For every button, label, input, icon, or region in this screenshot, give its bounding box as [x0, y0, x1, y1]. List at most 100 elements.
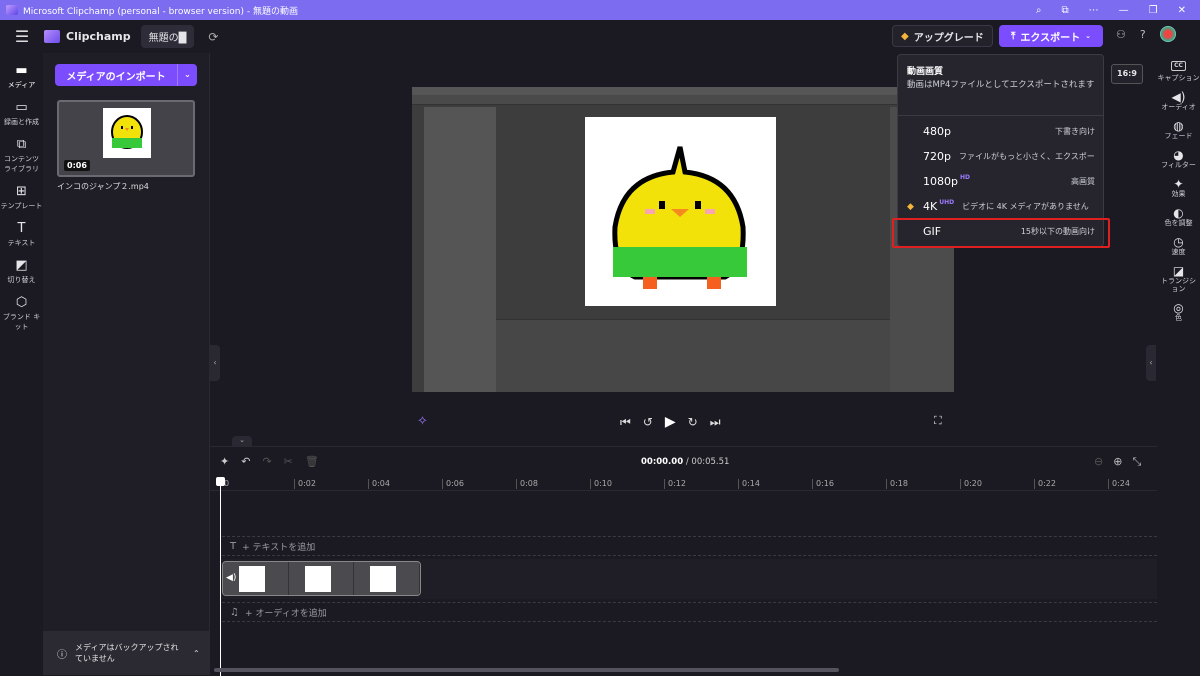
delete-icon[interactable]: 🗑	[305, 455, 319, 468]
collapse-timeline-button[interactable]: ⌄	[232, 436, 252, 446]
sync-off-icon[interactable]: ⟳	[208, 30, 218, 44]
tool-transition[interactable]: ◪ トランジション	[1157, 264, 1200, 293]
option-resolution: 720p	[923, 150, 951, 163]
chevron-up-icon[interactable]: ⌃	[193, 649, 200, 658]
rewind-5s-icon[interactable]: ↺	[643, 415, 653, 429]
nav-label: 切り替え	[7, 276, 36, 284]
tool-label: トランジション	[1161, 277, 1196, 293]
nav-templates[interactable]: ⊞ テンプレート	[0, 184, 43, 211]
more-options-icon[interactable]: ⋯	[1089, 5, 1099, 16]
option-4k[interactable]: ◆ 4K UHD ビデオに 4K メディアがありません	[898, 194, 1103, 219]
ruler-tick: 0:14	[738, 479, 760, 489]
upgrade-button[interactable]: ◆ アップグレード	[892, 25, 993, 47]
avatar[interactable]	[1159, 26, 1176, 42]
ruler-tick: 0:06	[442, 479, 464, 489]
media-panel: メディアのインポート ⌄ 0:06 インコのジャンプ２.mp4	[43, 53, 210, 675]
collapse-right-panel-button[interactable]: ‹	[1146, 345, 1156, 381]
nav-library[interactable]: ⧉ コンテンツ ライブラリ	[0, 137, 43, 174]
uhd-badge: UHD	[939, 199, 955, 206]
color-icon: ◎	[1173, 301, 1184, 315]
video-clip[interactable]: ◀)	[222, 561, 421, 596]
option-resolution: 4K	[923, 200, 938, 213]
nav-media[interactable]: ▬ メディア	[0, 63, 43, 90]
forward-5s-icon[interactable]: ↻	[688, 415, 698, 429]
right-properties-rail: CC キャプション ◀) オーディオ ◍ フェード ◕ フィルター ✦ 効果 ◐ 色を調整 …	[1157, 53, 1200, 675]
option-480p[interactable]: 480p 下書き向け	[898, 119, 1103, 144]
window-title: Microsoft Clipchamp (personal - browser …	[23, 6, 298, 17]
ruler-tick: 0:20	[960, 479, 982, 489]
tool-captions[interactable]: CC キャプション	[1157, 61, 1200, 82]
timeline-scrollbar[interactable]	[214, 668, 839, 672]
ruler-tick: 0:04	[368, 479, 390, 489]
play-icon[interactable]: ▶	[665, 414, 676, 430]
export-button[interactable]: ⤒ エクスポート ⌄	[999, 25, 1103, 47]
tool-fade[interactable]: ◍ フェード	[1157, 120, 1200, 140]
clipchamp-logo	[44, 30, 60, 43]
import-media-button[interactable]: メディアのインポート ⌄	[55, 64, 197, 86]
zoom-in-icon[interactable]: ⊕	[1113, 455, 1122, 469]
tool-effects[interactable]: ✦ 効果	[1157, 178, 1200, 198]
option-resolution: 1080p	[923, 175, 958, 188]
menu-icon[interactable]: ☰	[0, 27, 44, 46]
fullscreen-icon[interactable]: ⛶	[934, 414, 942, 428]
tool-audio[interactable]: ◀) オーディオ	[1157, 90, 1200, 111]
tool-label: フィルター	[1161, 161, 1196, 169]
skip-end-icon[interactable]: ⏭	[710, 415, 721, 430]
tool-speed[interactable]: ◷ 速度	[1157, 235, 1200, 256]
preview-app-timeline	[496, 319, 890, 392]
tool-filter[interactable]: ◕ フィルター	[1157, 149, 1200, 169]
text-track[interactable]: T + テキストを追加	[222, 536, 1157, 556]
close-button[interactable]: ✕	[1178, 5, 1186, 16]
undo-icon[interactable]: ↶	[241, 455, 250, 468]
magic-tools-icon[interactable]: ✦	[220, 455, 229, 468]
option-1080p[interactable]: 1080p HD 高画質	[898, 169, 1103, 194]
help-icon[interactable]: ?	[1140, 28, 1146, 42]
speaker-icon: ◀)	[226, 573, 237, 583]
total-time: 00:05.51	[691, 457, 730, 467]
nav-label: メディア	[7, 81, 36, 89]
skip-start-icon[interactable]: ⏮	[620, 415, 631, 430]
minimize-button[interactable]: —	[1119, 5, 1129, 16]
zoom-icon[interactable]: ⌕	[1036, 5, 1042, 16]
magic-edit-icon[interactable]: ✧	[417, 414, 428, 429]
audio-icon: ◀)	[1171, 90, 1186, 104]
share-icon[interactable]: ⚇	[1116, 28, 1126, 42]
fit-timeline-icon[interactable]: ⤡	[1132, 455, 1141, 469]
redo-icon[interactable]: ↷	[262, 455, 271, 468]
playhead[interactable]	[216, 477, 225, 676]
divider	[898, 115, 1103, 116]
brand-kit-icon: ⬡	[15, 295, 28, 310]
chevron-down-icon[interactable]: ⌄	[177, 64, 197, 86]
text-icon: T	[230, 540, 237, 552]
video-camera-icon: ▭	[15, 100, 28, 115]
zoom-out-icon[interactable]: ⊖	[1094, 455, 1103, 469]
tool-adjust-color[interactable]: ◐ 色を調整	[1157, 207, 1200, 227]
collapse-left-panel-button[interactable]: ‹	[210, 345, 220, 381]
nav-label: テンプレート	[0, 202, 43, 210]
nav-record[interactable]: ▭ 録画と作成	[0, 100, 43, 127]
import-label: メディアのインポート	[66, 71, 166, 83]
media-thumbnail[interactable]: 0:06	[57, 100, 195, 177]
timeline-ruler[interactable]: 0 0:02 0:04 0:06 0:08 0:10 0:12 0:14 0:1…	[210, 475, 1157, 491]
captions-icon: CC	[1171, 61, 1186, 71]
nav-text[interactable]: T テキスト	[0, 221, 43, 248]
tool-color[interactable]: ◎ 色	[1157, 301, 1200, 322]
speed-icon: ◷	[1173, 235, 1184, 249]
audio-track[interactable]: ♫ + オーディオを追加	[222, 602, 1157, 622]
split-icon[interactable]: ✂	[284, 455, 293, 468]
cast-icon[interactable]: ⧉	[1062, 5, 1069, 16]
option-720p[interactable]: 720p ファイルがもっと小さく、エクスポートが	[898, 144, 1103, 169]
backup-notice[interactable]: ⓘ メディアはバックアップされていません ⌃	[43, 631, 210, 675]
project-name-field[interactable]: 無題の█	[140, 25, 195, 48]
nav-transitions[interactable]: ◩ 切り替え	[0, 258, 43, 285]
option-note: 高画質	[1071, 177, 1095, 186]
timecode: 00:00.00 / 00:05.51	[641, 457, 729, 467]
templates-icon: ⊞	[16, 184, 27, 199]
upload-icon: ⤒	[1011, 30, 1016, 42]
add-audio-label: + オーディオを追加	[244, 608, 327, 619]
transition-icon: ◪	[1172, 264, 1185, 278]
aspect-ratio-button[interactable]: 16:9	[1111, 64, 1143, 84]
maximize-button[interactable]: ❐	[1149, 5, 1158, 16]
current-time: 00:00.00	[641, 457, 684, 467]
nav-brand-kit[interactable]: ⬡ ブランド キット	[0, 295, 43, 332]
